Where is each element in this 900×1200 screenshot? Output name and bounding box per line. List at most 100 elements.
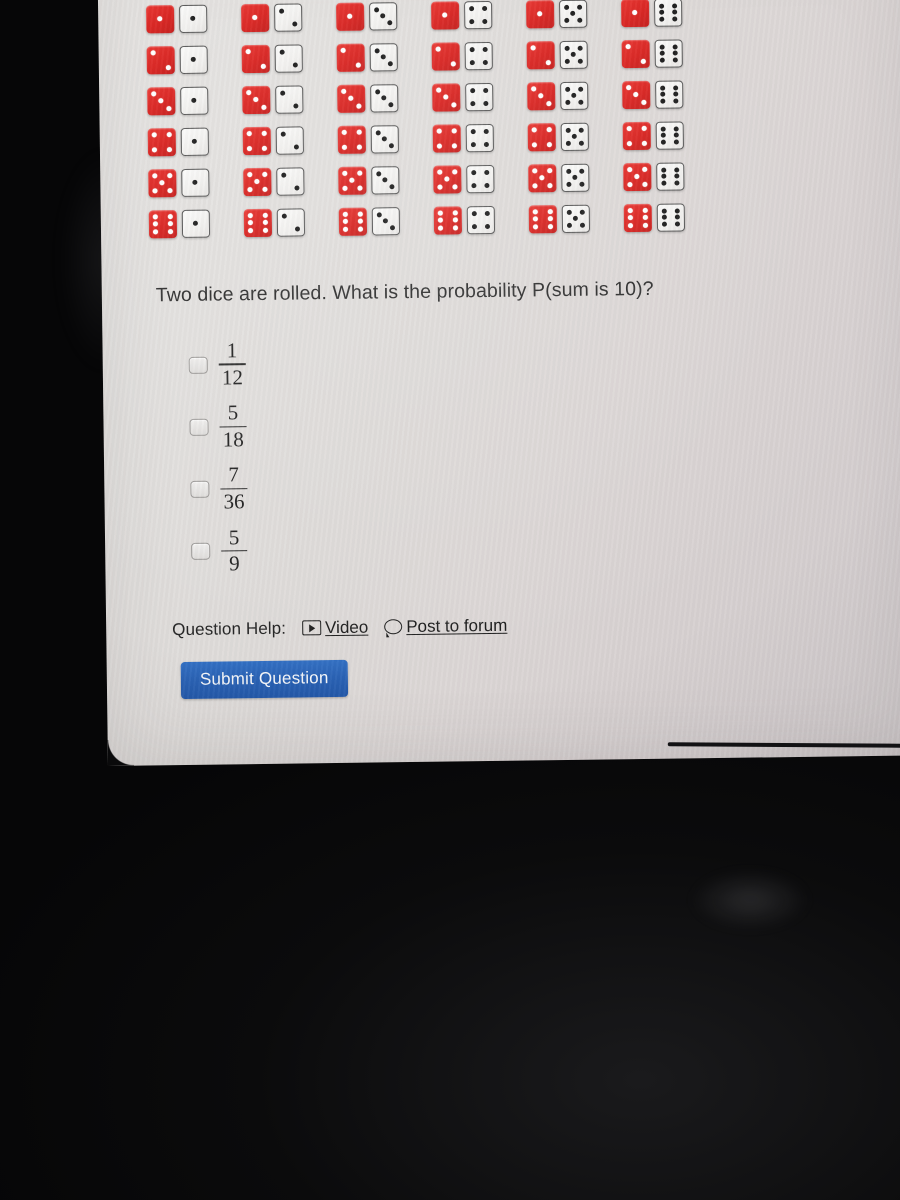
dice-grid-row (146, 0, 884, 34)
answer-choice-2[interactable]: 5 18 (189, 394, 890, 451)
die-pip (566, 182, 572, 188)
die-pip (343, 226, 349, 232)
die-pip (672, 50, 678, 57)
answer-choice-4[interactable]: 59 (191, 518, 892, 576)
die-pip (658, 3, 664, 9)
die-pip (564, 45, 570, 51)
video-help-link[interactable]: Video (301, 617, 368, 638)
dice-outcome-2-3 (336, 43, 398, 72)
dice-outcome-1-6 (621, 0, 683, 28)
die-pip (640, 58, 646, 64)
answer-fraction-1: 1 12 (218, 338, 246, 389)
submit-question-button[interactable]: Submit Question (180, 659, 348, 699)
die-pip (355, 62, 361, 68)
dice-outcome-4-6 (622, 121, 684, 151)
dice-outcome-3-6 (622, 80, 684, 110)
die-pip (443, 94, 449, 101)
die-pip (578, 99, 584, 105)
die-pip (389, 184, 395, 190)
play-video-icon (301, 620, 322, 636)
die-pip (374, 89, 381, 95)
die-pip (579, 181, 585, 187)
die-pip (673, 98, 679, 104)
dice-grid-row (148, 201, 887, 239)
die-pip (294, 185, 300, 191)
post-to-forum-link[interactable]: Post to forum (384, 616, 507, 638)
die-pip (442, 12, 448, 19)
red-die-5 (338, 166, 367, 195)
die-pip (152, 173, 158, 179)
answer-choice-1[interactable]: 1 12 (188, 332, 889, 389)
die-pip (166, 146, 172, 153)
die-pip (347, 14, 353, 20)
question-content: Two dice are rolled. What is the probabi… (144, 0, 893, 699)
die-pip (566, 168, 572, 174)
dice-outcome-4-4 (432, 123, 494, 153)
die-pip (564, 59, 570, 65)
die-pip (642, 208, 648, 214)
answer-choice-3[interactable]: 7 36 (190, 456, 891, 514)
die-pip (451, 128, 457, 134)
red-die-4 (147, 128, 177, 157)
die-pip (252, 15, 258, 21)
die-pip (672, 9, 678, 16)
dice-sample-space-grid (146, 0, 887, 239)
browser-page: Two dice are rolled. What is the probabi… (97, 0, 900, 766)
die-pip (357, 185, 363, 191)
answer-checkbox-3[interactable] (190, 480, 210, 498)
die-pip (659, 85, 666, 91)
die-pip (660, 98, 666, 104)
die-pip (342, 185, 348, 191)
white-die-1 (179, 45, 208, 74)
photo-of-laptop-screen: Two dice are rolled. What is the probabi… (0, 0, 900, 1200)
die-pip (356, 144, 362, 150)
fraction-denominator: 18 (222, 427, 244, 452)
red-die-4 (432, 124, 461, 153)
die-pip (538, 93, 544, 99)
die-pip (660, 139, 666, 145)
red-die-1 (621, 0, 650, 28)
white-die-5 (559, 0, 588, 29)
fraction-denominator: 36 (223, 489, 245, 514)
dice-outcome-4-5 (527, 122, 589, 152)
die-pip (642, 222, 648, 228)
red-die-6 (243, 208, 273, 238)
die-pip (452, 225, 458, 231)
dice-outcome-1-1 (146, 4, 208, 34)
red-die-3 (147, 87, 176, 116)
die-pip (376, 171, 382, 177)
dice-outcome-3-4 (432, 82, 494, 112)
die-pip (660, 133, 666, 139)
die-pip (626, 126, 632, 132)
red-die-6 (433, 206, 463, 235)
die-pip (626, 85, 632, 91)
die-pip (167, 173, 173, 179)
dice-outcome-5-6 (623, 162, 685, 192)
die-pip (152, 214, 159, 220)
dice-outcome-3-1 (147, 86, 209, 116)
die-pip (190, 16, 196, 22)
white-die-5 (559, 40, 588, 70)
white-die-4 (464, 41, 493, 71)
die-pip (627, 181, 633, 187)
die-pip (469, 46, 475, 53)
dice-outcome-4-1 (147, 127, 210, 157)
answer-checkbox-2[interactable] (189, 418, 209, 436)
answer-checkbox-1[interactable] (188, 356, 208, 374)
white-die-3 (370, 125, 400, 154)
die-pip (672, 44, 678, 50)
die-pip (254, 179, 260, 185)
red-die-6 (338, 207, 368, 236)
answer-checkbox-4[interactable] (191, 542, 211, 561)
fraction-numerator: 5 (228, 524, 240, 550)
die-pip (673, 91, 679, 98)
die-pip (661, 221, 667, 227)
die-pip (167, 221, 173, 227)
dice-outcome-5-5 (528, 163, 590, 193)
question-text: Two dice are rolled. What is the probabi… (155, 277, 654, 307)
die-pip (452, 217, 458, 223)
die-pip (437, 210, 443, 216)
die-pip (152, 188, 158, 194)
red-die-6 (148, 210, 178, 239)
die-pip (468, 5, 474, 12)
